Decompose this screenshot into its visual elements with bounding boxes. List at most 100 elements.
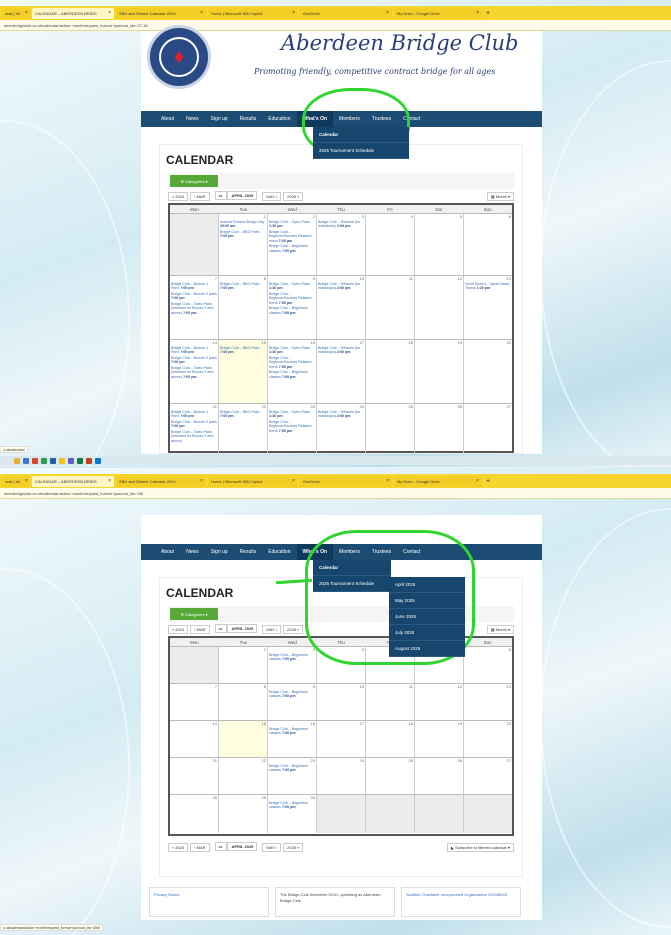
close-icon[interactable]: × [473,10,479,16]
nav-education[interactable]: Education [262,111,296,127]
next-month-button[interactable]: MAY › [262,624,282,634]
close-icon[interactable]: × [383,478,389,484]
event-link[interactable]: Bridge Club – Relaxed (for individuals) … [318,346,364,355]
day-cell[interactable]: 5 [415,214,464,275]
next-month-button[interactable]: MAY › [262,191,282,201]
event-link[interactable]: Bridge Club – BBO Pairs 7:00 pm [220,346,266,355]
day-cell[interactable]: 27 [464,404,512,454]
event-link[interactable]: Bridge Club – BBO Pairs 7:00 pm [220,282,266,291]
event-link[interactable]: North District – Jamie Batey Teams 1:20 … [465,282,511,291]
day-cell[interactable]: 23 Bridge Club – Open Pairs 1:30 pm Brid… [268,404,317,454]
submenu-april-2025[interactable]: April 2025 [389,577,465,593]
event-link[interactable]: Bridge Club – Relaxed (for individuals) … [318,220,364,229]
day-cell-today[interactable]: 15 [219,721,268,757]
day-cell[interactable]: 24 Bridge Club – Relaxed (for individual… [317,404,366,454]
browser-tab[interactable]: My Drive - Google Drive × [394,475,482,487]
nav-education[interactable]: Education [262,544,296,560]
charity-link[interactable]: Scottish Charitable Incorporated Organis… [401,887,521,917]
next-year-button[interactable]: 2026 » [283,624,304,634]
day-cell[interactable]: 7 Bridge Club – Bronze 1 Pairs 7:00 pm B… [170,276,219,339]
event-link[interactable]: Bridge Club – Open Pairs (intended for B… [171,366,217,379]
next-year-button[interactable]: 2026 » [283,191,304,201]
day-cell[interactable]: 8 Bridge Club – BBO Pairs 7:00 pm [219,276,268,339]
prev-year-button[interactable]: « 2024 [168,842,189,852]
day-cell[interactable]: 9 Bridge Club – Open Pairs 1:30 pm Bridg… [268,276,317,339]
event-link[interactable]: Bridge Club – Open Pairs 1:30 pm [269,346,315,355]
nav-news[interactable]: News [180,544,205,560]
day-cell[interactable]: 11 [366,276,415,339]
day-cell[interactable]: 13 [464,684,512,720]
submenu-july-2025[interactable]: July 2025 [389,625,465,641]
event-link[interactable]: Bridge Club – Bronze 1 Pairs 7:00 pm [171,410,217,419]
menu-item-calendar[interactable]: Calendar [313,127,409,143]
day-cell[interactable]: 29 [219,795,268,833]
day-cell[interactable]: 30 Bridge Club – Beginners classes 7:00 p… [268,795,317,833]
privacy-notice-link[interactable]: Privacy Notice [149,887,269,917]
day-cell[interactable]: 25 [366,758,415,794]
day-cell[interactable]: 12 [415,276,464,339]
day-cell[interactable]: 23 Bridge Club – Beginners classes 7:00 p… [268,758,317,794]
club-logo[interactable]: ♦ [147,25,211,89]
nav-about[interactable]: About [155,544,180,560]
categories-button[interactable]: ⚙ Categories ▾ [170,608,218,620]
nav-signup[interactable]: Sign up [205,544,234,560]
close-icon[interactable]: × [197,478,203,484]
close-icon[interactable]: × [105,10,111,16]
event-link[interactable]: Bridge Club – Beginner/Novices Relaxed e… [269,420,315,433]
day-cell[interactable]: 8 [219,684,268,720]
day-cell[interactable]: 18 [366,340,415,403]
browser-tab[interactable]: My Drive - Google Drive × [394,7,482,19]
day-cell[interactable]: 28 [170,795,219,833]
app-icon[interactable] [32,457,38,464]
day-cell[interactable]: 17 Bridge Club – Relaxed (for individual… [317,340,366,403]
next-year-button[interactable]: 2026 » [283,842,304,852]
app-icon[interactable] [41,457,47,464]
submenu-august-2025[interactable]: August 2025 [389,641,465,657]
app-icon[interactable] [77,457,83,464]
categories-button[interactable]: ⚙ Categories ▾ [170,175,218,187]
day-cell-today[interactable]: 15 Bridge Club – BBO Pairs 7:00 pm [219,340,268,403]
day-cell[interactable]: 22 [219,758,268,794]
browser-tab[interactable]: mail | Ini × [2,7,30,19]
day-cell[interactable]: 21 Bridge Club – Bronze 1 Pairs 7:00 pm … [170,404,219,454]
day-cell[interactable]: 14 [170,721,219,757]
close-icon[interactable]: × [105,478,111,484]
event-link[interactable]: Bridge Club – Open Pairs (intended for B… [171,430,217,443]
close-icon[interactable]: × [289,10,295,16]
event-link[interactable]: Bridge Club – Bronze 2 pairs 7:00 pm [171,292,217,301]
browser-tab-active[interactable]: CALENDAR – ABERDEEN BRIDG × [32,7,114,19]
event-link[interactable]: Bridge Club – Open Pairs 1:30 pm [269,220,315,229]
day-cell[interactable]: 16 Bridge Club – Beginners classes 7:00 p… [268,721,317,757]
menu-item-tournament-schedule[interactable]: 2025 Tournament Schedule [313,143,409,159]
event-link[interactable]: Bridge Club – Bronze 1 Pairs 7:00 pm [171,282,217,291]
browser-tab-active[interactable]: CALENDAR – ABERDEEN BRIDG × [32,475,114,487]
event-link[interactable]: Bridge Club – Beginner/Novices Relaxed e… [269,292,315,305]
day-cell[interactable]: 26 [415,758,464,794]
close-icon[interactable]: × [473,478,479,484]
prev-year-button[interactable]: « 2024 [168,624,189,634]
view-select[interactable]: ▦ Month ▾ [486,625,514,634]
address-bar[interactable]: deenbridgeclub.co.uk/calendar/action~mon… [0,488,671,499]
day-cell[interactable]: 22 Bridge Club – BBO Pairs 7:00 pm [219,404,268,454]
day-cell[interactable]: 2 Bridge Club – Beginners classes 7:00 pm [268,647,317,683]
prev-month-button[interactable]: ‹ MAR [190,624,210,634]
view-select[interactable]: ▦ Month ▾ [486,192,514,201]
day-cell[interactable]: 10 Bridge Club – Relaxed (for individual… [317,276,366,339]
browser-tab[interactable]: SBU and District Calendar 2024 × [116,475,206,487]
menu-item-tournament-schedule[interactable]: 2025 Tournament Schedule [313,576,391,592]
day-cell[interactable]: 7 [170,684,219,720]
event-link[interactable]: Bridge Club – Bronze 1 Pairs 7:00 pm [171,346,217,355]
browser-tab[interactable]: mail | Ini × [2,475,30,487]
day-cell[interactable]: 1 Andrew Robson Bridge Day 10:00 am Brid… [219,214,268,275]
close-icon[interactable]: × [197,10,203,16]
subscribe-button[interactable]: ◣ Subscribe to filtered calendar ▾ [446,843,514,852]
day-cell[interactable]: 24 [317,758,366,794]
prev-year-button[interactable]: « 2024 [168,191,189,201]
day-cell[interactable]: 20 [464,340,512,403]
browser-tab[interactable]: Home | Microsoft 365 Copilot × [208,475,298,487]
day-cell[interactable]: 11 [366,684,415,720]
app-icon[interactable] [95,457,101,464]
day-cell[interactable]: 19 [415,340,464,403]
event-link[interactable]: Bridge Club – BBO Pairs 7:00 pm [220,230,266,239]
event-link[interactable]: Bridge Club – Beginners classes 7:00 pm [269,727,315,736]
